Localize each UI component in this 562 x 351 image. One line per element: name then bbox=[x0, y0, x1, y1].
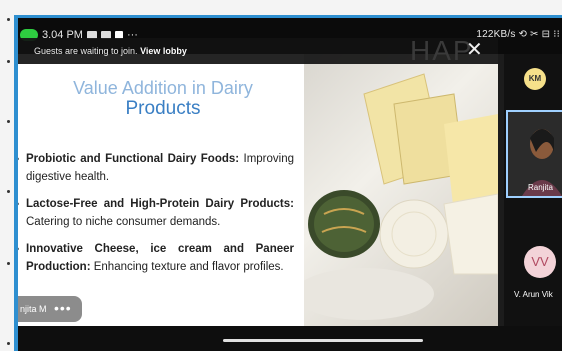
more-options-icon[interactable]: ••• bbox=[54, 300, 72, 316]
cheese-illustration bbox=[304, 73, 498, 320]
home-indicator[interactable] bbox=[223, 339, 423, 342]
slide-title-line2: Products bbox=[125, 98, 201, 119]
banner-logo: HAP bbox=[410, 35, 474, 66]
lobby-banner: Guests are waiting to join. View lobby H… bbox=[18, 35, 498, 66]
slide-title-line1: Value Addition in Dairy bbox=[73, 78, 253, 98]
margin-dot bbox=[7, 120, 10, 123]
margin-dot bbox=[7, 60, 10, 63]
slide-bullet: Probiotic and Functional Dairy Foods: Im… bbox=[18, 150, 294, 186]
participant-name-label: V. Arun Vik bbox=[514, 290, 553, 299]
bullet-heading: Probiotic and Functional Dairy Foods: bbox=[26, 153, 240, 165]
participants-strip: KM Ranjita VV V. Arun Vik bbox=[504, 54, 562, 326]
margin-dot bbox=[7, 18, 10, 21]
presenter-name-pill[interactable]: njita M ••• bbox=[18, 296, 82, 322]
slide-bullet: Innovative Cheese, ice cream and Paneer … bbox=[18, 240, 294, 276]
margin-dot bbox=[7, 262, 10, 265]
view-lobby-link[interactable]: View lobby bbox=[140, 46, 187, 56]
presenter-name: njita M bbox=[20, 304, 47, 314]
shared-slide: Value Addition in Dairy Products Probiot… bbox=[18, 54, 498, 326]
navigation-bar bbox=[18, 326, 562, 351]
cheese-photo bbox=[304, 54, 498, 326]
slide-bullet: Lactose-Free and High-Protein Dairy Prod… bbox=[18, 195, 294, 231]
slide-bullet-list: Probiotic and Functional Dairy Foods: Im… bbox=[18, 150, 294, 285]
close-icon[interactable]: ✕ bbox=[466, 40, 483, 60]
bullet-text: Catering to niche consumer demands. bbox=[26, 216, 221, 228]
active-speaker-tile[interactable]: Ranjita bbox=[506, 110, 562, 198]
speaker-name-label: Ranjita bbox=[528, 183, 553, 192]
margin-dot bbox=[7, 190, 10, 193]
lobby-message: Guests are waiting to join. View lobby bbox=[34, 46, 187, 56]
participant-avatar[interactable]: VV bbox=[524, 246, 556, 278]
lobby-message-text: Guests are waiting to join. bbox=[34, 46, 138, 56]
margin-dot bbox=[7, 342, 10, 345]
bullet-text: Enhancing texture and flavor profiles. bbox=[90, 261, 284, 273]
page-margin bbox=[0, 0, 14, 351]
slide-title: Value Addition in Dairy Products bbox=[18, 78, 308, 120]
participant-avatar[interactable]: KM bbox=[524, 68, 546, 90]
meeting-window: 3.04 PM ··· 122KB/s ⟲ ✂ ⊟ ⁝⁝ Value Addit… bbox=[14, 15, 562, 351]
bullet-heading: Lactose-Free and High-Protein Dairy Prod… bbox=[26, 198, 294, 210]
